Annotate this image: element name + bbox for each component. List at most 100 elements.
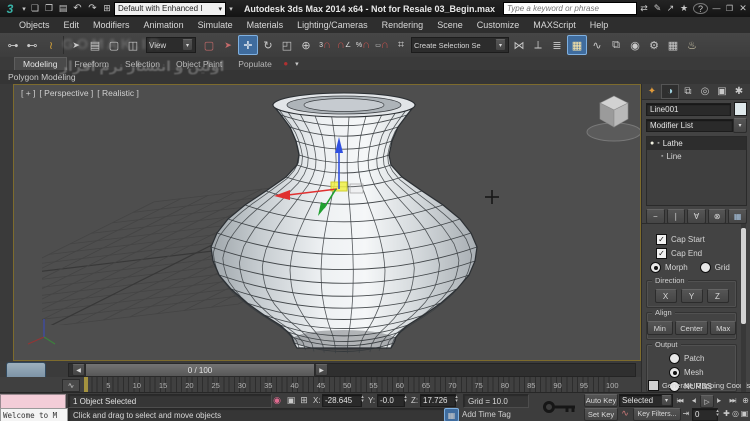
output-mesh-radio[interactable]: [669, 367, 680, 378]
undo-icon[interactable]: ↶: [70, 0, 85, 18]
menu-scene[interactable]: Scene: [430, 19, 470, 31]
show-end-result-button[interactable]: ∣: [666, 209, 686, 224]
output-patch-radio[interactable]: [669, 353, 680, 364]
panel-scrollbar[interactable]: [741, 224, 746, 393]
help-icon[interactable]: ?: [693, 3, 708, 14]
project-folder-icon[interactable]: ⊞: [100, 0, 114, 18]
open-file-icon[interactable]: ❐: [42, 0, 56, 18]
auto-key-button[interactable]: Auto Key: [584, 394, 618, 407]
menu-maxscript[interactable]: MAXScript: [526, 19, 583, 31]
configure-modifier-sets-button[interactable]: ▦: [728, 209, 747, 224]
menu-edit[interactable]: Edit: [57, 19, 87, 31]
pin-stack-button[interactable]: −: [646, 209, 665, 224]
ribbon-minimize-arrow-icon[interactable]: ▾: [292, 60, 302, 68]
play-button[interactable]: ▷: [700, 395, 714, 408]
rendered-frame-window-icon[interactable]: ▦: [664, 36, 682, 54]
named-selection-set-dropdown[interactable]: Create Selection Se ▾: [411, 37, 509, 53]
use-pivot-point-icon[interactable]: ⊕: [297, 36, 315, 54]
modifier-list-dropdown[interactable]: Modifier List: [646, 119, 734, 132]
dropdown-arrow-icon[interactable]: ▾: [20, 5, 28, 13]
material-editor-icon[interactable]: ◉: [626, 36, 644, 54]
angle-snap-icon[interactable]: ∩ ∠: [335, 36, 353, 54]
layer-manager-icon[interactable]: ≣: [548, 36, 566, 54]
exchange-apps-icon[interactable]: ⇄: [637, 0, 651, 18]
menu-simulate[interactable]: Simulate: [191, 19, 240, 31]
ribbon-tab-populate[interactable]: Populate: [230, 58, 280, 70]
visibility-bulb-icon[interactable]: ●: [650, 140, 654, 147]
key-filters-button[interactable]: Key Filters...: [633, 408, 681, 421]
ribbon-record-icon[interactable]: ●: [280, 59, 292, 68]
graphite-ribbon-icon[interactable]: ▦: [567, 35, 587, 55]
cap-start-checkbox[interactable]: ✓: [656, 234, 667, 245]
ribbon-tab-object-paint[interactable]: Object Paint: [168, 58, 230, 70]
favorites-star-icon[interactable]: ★: [677, 0, 691, 18]
mirror-icon[interactable]: ⋈: [510, 36, 528, 54]
morph-radio[interactable]: [650, 262, 661, 273]
go-to-end-button[interactable]: ▶▶|: [725, 395, 740, 406]
spinner-snap-icon[interactable]: ▭ ∩: [373, 36, 391, 54]
ribbon-tab-modeling[interactable]: Modeling: [14, 57, 67, 70]
cap-end-checkbox[interactable]: ✓: [656, 248, 667, 259]
absolute-mode-toggle-icon[interactable]: ⊞: [298, 394, 310, 406]
menu-modifiers[interactable]: Modifiers: [86, 19, 137, 31]
menu-rendering[interactable]: Rendering: [375, 19, 431, 31]
share-icon[interactable]: ↗: [664, 0, 677, 18]
app-logo-icon[interactable]: 3: [0, 1, 20, 16]
object-name-field[interactable]: Line001: [646, 102, 731, 116]
grid-radio[interactable]: [699, 262, 711, 273]
viewport-pov-label[interactable]: [ Perspective ]: [39, 88, 93, 98]
z-coordinate-field[interactable]: 17.726: [420, 394, 456, 407]
orbit-icon[interactable]: ◎: [731, 408, 740, 419]
next-frame-arrow[interactable]: ▶: [315, 364, 328, 376]
align-min-button[interactable]: Min: [647, 321, 673, 335]
minimize-button[interactable]: —: [710, 0, 723, 18]
modify-tab-icon[interactable]: ◑: [661, 84, 679, 99]
select-and-move-icon[interactable]: ✛: [238, 35, 258, 55]
percent-snap-icon[interactable]: % ∩: [354, 36, 372, 54]
maxscript-mini-listener[interactable]: Welcome to M: [0, 408, 68, 421]
x-spinner[interactable]: ▴ ▾: [359, 395, 366, 404]
select-by-name-icon[interactable]: ▤: [86, 36, 104, 54]
maximize-button[interactable]: ❐: [723, 0, 736, 18]
create-tab-icon[interactable]: ✦: [644, 85, 660, 98]
key-selection-dropdown[interactable]: Selected ▾: [619, 394, 673, 407]
window-crossing-icon[interactable]: ◫: [124, 36, 142, 54]
menu-lighting-cameras[interactable]: Lighting/Cameras: [290, 19, 375, 31]
panel-scrollbar-thumb[interactable]: [741, 228, 746, 324]
maximize-viewport-toggle-icon[interactable]: ▣: [740, 408, 749, 419]
direction-y-button[interactable]: Y: [680, 289, 703, 303]
modifier-stack-row-lathe[interactable]: ● ▪ Lathe: [647, 137, 746, 150]
menu-objects[interactable]: Objects: [12, 19, 57, 31]
gizmo-yz-plane-handle[interactable]: [349, 183, 364, 194]
lathe-vase-model[interactable]: [210, 92, 478, 354]
isolate-selection-pin-icon[interactable]: ◉: [271, 394, 283, 406]
workspace-outer-arrow-icon[interactable]: ▾: [226, 5, 236, 13]
view-cube[interactable]: [586, 95, 640, 142]
align-icon[interactable]: ⟂: [529, 36, 547, 54]
menu-materials[interactable]: Materials: [240, 19, 291, 31]
z-spinner[interactable]: ▴ ▾: [453, 395, 460, 404]
generate-mapping-coords-checkbox[interactable]: [648, 380, 659, 391]
motion-tab-icon[interactable]: ◎: [697, 85, 713, 98]
selection-lock-icon[interactable]: ▣: [285, 394, 297, 406]
render-setup-icon[interactable]: ⚙: [645, 36, 663, 54]
menu-help[interactable]: Help: [583, 19, 616, 31]
x-coordinate-field[interactable]: -28.645: [322, 394, 362, 407]
new-scene-icon[interactable]: ❏: [28, 0, 42, 18]
ribbon-tab-selection[interactable]: Selection: [117, 58, 168, 70]
track-bar[interactable]: ∿ 5 10 15 20 25 30 35 40 45 50 55 60 65 70 75 80 85 90 95 1…: [0, 377, 641, 393]
select-object-icon[interactable]: ➤: [67, 36, 85, 54]
add-time-tag-icon[interactable]: ▦: [444, 408, 459, 421]
display-tab-icon[interactable]: ▣: [714, 85, 730, 98]
set-key-filters-curve-icon[interactable]: ∿: [619, 408, 631, 419]
rectangular-selection-region-icon[interactable]: ▢: [105, 36, 123, 54]
pan-hand-icon[interactable]: ✚: [722, 408, 731, 419]
bind-to-spacewarp-icon[interactable]: ≀: [42, 36, 60, 54]
y-spinner[interactable]: ▴ ▾: [402, 395, 409, 404]
unlink-selection-icon[interactable]: ⊷: [23, 36, 41, 54]
edit-named-selection-sets-icon[interactable]: ⌗: [392, 36, 410, 54]
viewport-canvas[interactable]: [14, 85, 640, 360]
utilities-tab-icon[interactable]: ✱: [731, 85, 747, 98]
add-time-tag-label[interactable]: Add Time Tag: [462, 410, 511, 419]
align-center-button[interactable]: Center: [674, 321, 709, 335]
